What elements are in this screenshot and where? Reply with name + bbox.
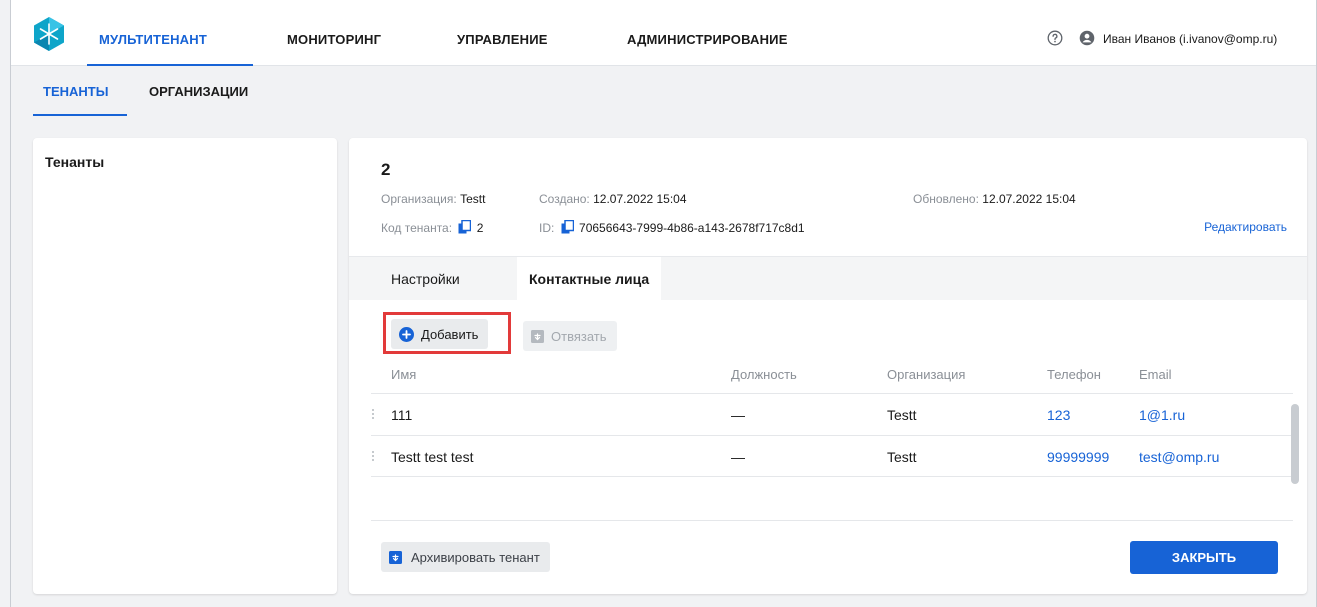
tenant-created: Создано: 12.07.2022 15:04 — [539, 192, 687, 206]
updated-label: Обновлено: — [913, 192, 979, 206]
tenant-updated: Обновлено: 12.07.2022 15:04 — [913, 192, 1076, 206]
column-header-email[interactable]: Email — [1139, 367, 1172, 382]
copy-icon[interactable] — [458, 220, 472, 234]
column-header-phone[interactable]: Телефон — [1047, 367, 1101, 382]
organization-label: Организация: — [381, 192, 457, 206]
tab-tenants[interactable]: ТЕНАНТЫ — [43, 84, 108, 99]
cell-organization: Testt — [887, 449, 917, 465]
table-row[interactable]: Testt test test — Testt 99999999 test@om… — [371, 435, 1293, 477]
copy-icon[interactable] — [561, 220, 574, 234]
cell-name: 111 — [391, 407, 413, 423]
close-button[interactable]: ЗАКРЫТЬ — [1130, 541, 1278, 574]
archive-tenant-button[interactable]: Архивировать тенант — [381, 542, 550, 572]
table-scrollbar[interactable] — [1291, 404, 1299, 484]
tenant-id: ID: 70656643-7999-4b86-a143-2678f717c8d1 — [539, 220, 805, 235]
nav-management[interactable]: УПРАВЛЕНИЕ — [457, 32, 548, 47]
nav-monitoring[interactable]: МОНИТОРИНГ — [287, 32, 381, 47]
drag-handle-icon[interactable] — [371, 450, 375, 462]
logo-icon[interactable] — [31, 16, 67, 52]
tenant-code-value: 2 — [476, 221, 484, 235]
cell-phone[interactable]: 99999999 — [1047, 449, 1109, 465]
cell-name: Testt test test — [391, 449, 474, 465]
unlink-button-label: Отвязать — [551, 328, 607, 344]
unlink-contact-button[interactable]: Отвязать — [523, 321, 617, 351]
archive-button-label: Архивировать тенант — [411, 549, 540, 565]
table-row[interactable]: 111 — Testt 123 1@1.ru — [371, 393, 1293, 435]
nav-multitenant[interactable]: МУЛЬТИТЕНАНТ — [99, 32, 207, 47]
edit-link[interactable]: Редактировать — [1204, 220, 1287, 234]
archive-box-icon — [531, 329, 544, 343]
tenants-list-panel: Тенанты — [33, 138, 337, 594]
tenant-organization: Организация: Testt — [381, 192, 485, 206]
top-navigation: МУЛЬТИТЕНАНТ МОНИТОРИНГ УПРАВЛЕНИЕ АДМИН… — [11, 0, 1316, 66]
id-label: ID: — [539, 221, 555, 235]
created-value: 12.07.2022 15:04 — [593, 192, 687, 206]
nav-active-indicator — [87, 64, 253, 66]
cell-position: — — [731, 407, 745, 423]
add-button-highlight — [383, 312, 511, 354]
footer-divider — [371, 520, 1293, 521]
tenants-panel-title: Тенанты — [45, 154, 105, 170]
updated-value: 12.07.2022 15:04 — [982, 192, 1076, 206]
created-label: Создано: — [539, 192, 590, 206]
cell-email[interactable]: test@omp.ru — [1139, 449, 1219, 465]
drag-handle-icon[interactable] — [371, 408, 375, 420]
column-header-name[interactable]: Имя — [391, 367, 416, 382]
column-header-position[interactable]: Должность — [731, 367, 797, 382]
tenant-code-label: Код тенанта: — [381, 221, 453, 235]
archive-box-icon — [389, 550, 402, 564]
subtab-active-indicator — [33, 114, 127, 116]
tab-settings[interactable]: Настройки — [379, 257, 472, 301]
cell-position: — — [731, 449, 745, 465]
question-circle-icon[interactable] — [1047, 30, 1063, 46]
tab-contacts[interactable]: Контактные лица — [517, 257, 662, 301]
cell-phone[interactable]: 123 — [1047, 407, 1070, 423]
cell-email[interactable]: 1@1.ru — [1139, 407, 1185, 423]
detail-tabs: Настройки Контактные лица — [349, 256, 1307, 301]
account-circle-icon[interactable] — [1079, 30, 1095, 46]
tenant-detail-panel: 2 Организация: Testt Создано: 12.07.2022… — [349, 138, 1307, 594]
id-value: 70656643-7999-4b86-a143-2678f717c8d1 — [579, 221, 805, 235]
app-window: МУЛЬТИТЕНАНТ МОНИТОРИНГ УПРАВЛЕНИЕ АДМИН… — [10, 0, 1317, 607]
cell-organization: Testt — [887, 407, 917, 423]
tenant-title: 2 — [381, 160, 391, 179]
column-header-organization[interactable]: Организация — [887, 367, 965, 382]
tenant-code: Код тенанта: 2 — [381, 220, 483, 235]
user-name[interactable]: Иван Иванов (i.ivanov@omp.ru) — [1103, 32, 1277, 46]
tab-organizations[interactable]: ОРГАНИЗАЦИИ — [149, 84, 248, 99]
nav-administration[interactable]: АДМИНИСТРИРОВАНИЕ — [627, 32, 788, 47]
organization-value: Testt — [460, 192, 486, 206]
